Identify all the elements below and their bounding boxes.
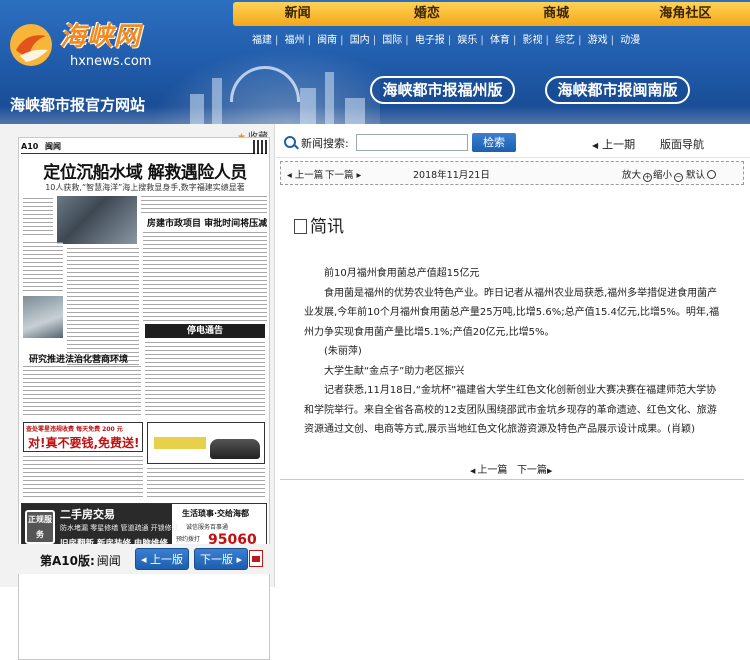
site-title: 海峡都市报官方网站 [10,96,146,114]
article-paragraph: 前10月福州食用菌总产值超15亿元 [324,268,480,279]
classified-right-note: 诚信服务百事通 [186,524,229,531]
nav-mall[interactable]: 商城 [492,2,621,26]
triangle-left-icon: ◀ [470,467,476,475]
prev-page-button[interactable]: ◂ 上一版 [135,548,189,570]
subnav-entertainment[interactable]: 娱乐 [457,35,477,46]
site-header: 海峡网 hxnews.com 海峡都市报官方网站 新闻 婚恋 商城 海角社区 福… [0,0,750,124]
prev-article-link[interactable]: ◂ 上一篇 [287,167,323,181]
edition-fuzhou-button[interactable]: 海峡都市报福州版 [370,76,515,104]
next-article-link[interactable]: 下一篇 ▸ [325,167,361,181]
logo-url: hxnews.com [70,54,152,69]
subnav-anime[interactable]: 动漫 [620,35,640,46]
logo-title: 海峡网 [60,22,142,52]
classified-badge: 正规服务 [25,510,55,544]
issue-date: 2018年11月21日 [413,170,490,181]
qr-code-icon [253,140,267,154]
search-bar: 新闻搜索: 检索 ◀ 上一期 版面导航 [276,124,750,158]
subnav-film[interactable]: 影视 [523,35,543,46]
subnav-epaper[interactable]: 电子报 [415,35,445,46]
article-body: 前10月福州食用菌总产值超15亿元 食用菌是福州的优势农业特色产业。昨日记者从福… [304,264,722,440]
bottom-next-article-link[interactable]: 下一篇▶ [517,465,554,476]
edition-minnan-button[interactable]: 海峡都市报闽南版 [545,76,690,104]
page-thumb-headline-2[interactable]: 房建市政项目 审批时间将压减 [147,216,267,229]
page-panel: ★收藏 A10 闽闻 定位沉船水域 解救遇险人员 10人获救,“智慧海洋”海上搜… [0,124,275,660]
subnav-sports[interactable]: 体育 [490,35,510,46]
search-input[interactable] [356,134,468,151]
article-panel: 新闻搜索: 检索 ◀ 上一期 版面导航 ◂ 上一篇 下一篇 ▸ 2018年11月2… [276,124,750,587]
subnav-games[interactable]: 游戏 [588,35,608,46]
subnav-fujian[interactable]: 福建 [252,35,272,46]
logo-swirl-icon [10,24,52,66]
car-icon [210,439,260,459]
page-thumb-subhead: 10人获救,“智慧海洋”海上搜救显身手,数字福建实绩显著 [45,183,245,192]
page-thumb-photo [57,196,137,244]
search-button[interactable]: 检索 [472,133,516,152]
top-nav: 新闻 婚恋 商城 海角社区 [233,2,750,26]
classified-right-title: 生活琐事·交给海都 [182,509,250,518]
checkbox-icon [294,219,307,234]
page-thumb-ad-free[interactable]: 查处零星违规收费 每天免费 200 元 对!真不要钱,免费送! [23,422,143,452]
nav-community[interactable]: 海角社区 [621,2,750,26]
page-thumb-header: A10 闽闻 [21,140,267,154]
article-paragraph: 食用菌是福州的优势农业特色产业。昨日记者从福州农业局获悉,福州多举措促进食用菌产… [304,287,720,338]
divider [280,479,744,480]
nav-news[interactable]: 新闻 [233,2,362,26]
page-thumbnail[interactable]: A10 闽闻 定位沉船水域 解救遇险人员 10人获救,“智慧海洋”海上搜救显身手… [18,137,270,660]
page-thumb-photo-2 [23,296,63,338]
subnav-domestic[interactable]: 国内 [350,35,370,46]
page-thumb-headline-3[interactable]: 研究推进法治化营商环境 [29,352,128,365]
page-thumb-headline[interactable]: 定位沉船水域 解救遇险人员 [23,158,267,183]
zoom-default-button[interactable]: 默认 [686,167,717,181]
page-thumb-number: A10 [21,142,39,151]
classified-right-label: 预约拨打 [176,536,201,543]
sub-nav: 福建 | 福州 | 闽南 | 国内 | 国际 | 电子报 | 娱乐 | 体育 | 影视 | 综艺 |… [252,35,641,46]
nav-dating[interactable]: 婚恋 [362,2,491,26]
zoom-out-icon: − [674,173,684,182]
page-thumb-ad-car[interactable] [147,422,265,464]
bottom-prev-article-link[interactable]: ◀ 上一篇 [470,465,507,476]
article-paragraph: 大学生献“金点子”助力老区振兴 [324,365,465,377]
page-label: 第A10版: 闽闻 [40,554,121,568]
page-thumb-section: 闽闻 [45,142,61,151]
subnav-international[interactable]: 国际 [382,35,402,46]
zoom-default-icon [707,170,717,179]
subnav-fuzhou[interactable]: 福州 [285,35,305,46]
subnav-variety[interactable]: 综艺 [555,35,575,46]
bottom-article-nav: ◀ 上一篇 下一篇▶ [470,461,554,476]
zoom-in-icon: + [643,173,653,182]
article-title: 简讯 [294,212,344,237]
article-paragraph: 记者获悉,11月18日,“金坑杯”福建省大学生红色文化创新创业大赛决赛在福建师范… [304,385,717,435]
prev-issue-link[interactable]: ◀ 上一期 [592,136,635,152]
triangle-left-icon: ◀ [592,141,599,150]
next-page-button[interactable]: 下一版 ▸ [194,548,248,570]
page-thumb-stop-notice[interactable]: 停电通告 [145,324,265,338]
search-icon [284,136,296,148]
classified-title: 二手房交易 [60,508,115,521]
triangle-right-icon: ▶ [546,467,553,475]
subnav-minnan[interactable]: 闽南 [317,35,337,46]
zoom-in-button[interactable]: 放大 + [622,167,653,182]
site-logo[interactable]: 海峡网 hxnews.com [8,16,158,76]
layout-nav-link[interactable]: 版面导航 [660,136,704,152]
search-label: 新闻搜索: [301,137,349,150]
article-paragraph: (朱丽萍) [324,346,362,357]
classified-line-1: 防水堵漏 零星修缮 管道疏通 开锁修锁 [60,524,179,532]
zoom-out-button[interactable]: 缩小 − [653,167,684,182]
article-toolbar: ◂ 上一篇 下一篇 ▸ 2018年11月21日 放大 + 缩小 − 默认 [280,161,744,185]
page-footer: 第A10版: 闽闻 ◂ 上一版 下一版 ▸ [18,544,270,574]
pdf-icon[interactable] [249,550,263,567]
